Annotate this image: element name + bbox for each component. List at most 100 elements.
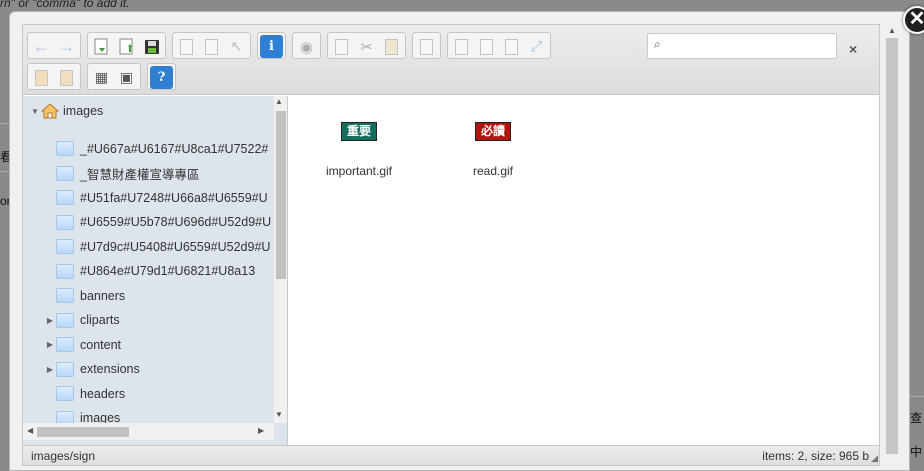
statusbar: images/sign items: 2, size: 965 b ◢ — [23, 445, 879, 465]
eye-icon: ◉ — [299, 38, 314, 56]
file-buttonset — [87, 32, 166, 59]
paste-button[interactable] — [380, 35, 403, 58]
rename-button[interactable] — [475, 35, 498, 58]
back-button[interactable]: ← — [30, 35, 53, 58]
edit-buttonset: ✂ — [327, 32, 406, 59]
resize-icon: ⤢ — [530, 38, 543, 55]
background-right-char: 查 — [910, 411, 923, 425]
close-icon[interactable]: × — [849, 41, 857, 57]
scroll-up-icon[interactable]: ▲ — [275, 97, 283, 106]
dialog-close-button[interactable]: ✕ — [903, 6, 924, 34]
background-left-char: or — [0, 194, 11, 208]
toolbar-row-2: ▦ ▣ ? — [27, 63, 182, 90]
background-left-char: 看 — [0, 150, 13, 164]
folder-icon — [56, 263, 74, 279]
reload-button[interactable] — [90, 35, 113, 58]
chevron-right-icon[interactable]: ▶ — [44, 365, 56, 374]
select-button[interactable]: ↖ — [225, 35, 248, 58]
arrow-right-icon: → — [57, 36, 76, 56]
file-item-important[interactable]: 重要 important.gif — [304, 122, 414, 178]
save-button[interactable] — [140, 35, 163, 58]
open-button[interactable] — [175, 35, 198, 58]
search-box: ⌕ — [647, 33, 837, 59]
duplicate-button[interactable] — [450, 35, 473, 58]
file-area: 重要 important.gif 必讀 read.gif — [289, 96, 879, 445]
rename-icon — [480, 38, 493, 55]
tree-folder-item[interactable]: #U864e#U79d1#U6821#U8a13 — [44, 259, 255, 283]
view-button[interactable]: ▦ — [90, 66, 113, 89]
elfinder-panel: ← → ↖ i ◉ ✂ ⤢ ▦ ▣ ? ⌕ × ▼ images _#U667a… — [22, 24, 880, 466]
chevron-right-icon[interactable]: ▶ — [44, 340, 56, 349]
chevron-down-icon[interactable]: ▼ — [29, 107, 41, 116]
upload-button[interactable] — [115, 35, 138, 58]
current-path: images/sign — [31, 449, 96, 463]
scrollbar-thumb[interactable] — [37, 427, 129, 437]
info-button[interactable]: i — [260, 35, 283, 58]
scroll-down-icon[interactable]: ▼ — [275, 410, 283, 419]
tree-root[interactable]: ▼ images — [29, 99, 103, 123]
sort-icon: ▣ — [119, 69, 134, 85]
edit-button[interactable] — [500, 35, 523, 58]
file-icon — [180, 38, 193, 55]
dialog-scrollbar[interactable]: ▲ — [884, 26, 900, 466]
tree-horizontal-scrollbar[interactable]: ◀ ▶ — [23, 423, 274, 440]
tree-vertical-scrollbar[interactable]: ▲ ▼ — [274, 96, 287, 423]
extract-button[interactable] — [30, 66, 53, 89]
resize-button[interactable]: ⤢ — [525, 35, 548, 58]
tree-folder-item[interactable]: ▶ content — [44, 333, 121, 357]
archive-button[interactable] — [55, 66, 78, 89]
info-icon: i — [269, 39, 274, 54]
file-item-read[interactable]: 必讀 read.gif — [438, 122, 548, 178]
search-input[interactable] — [668, 37, 832, 55]
search-icon: ⌕ — [654, 37, 661, 51]
rm-buttonset — [412, 32, 441, 59]
folder-icon — [56, 361, 74, 377]
tree-folder-item[interactable]: _智慧財產權宣導專區 — [44, 161, 199, 185]
tree-folder-item[interactable]: ▶ cliparts — [44, 308, 120, 332]
clipboard-icon — [385, 38, 398, 55]
scroll-right-icon[interactable]: ▶ — [258, 426, 264, 435]
tree-folder-item[interactable]: #U6559#U5b78#U696d#U52d9#U — [44, 210, 271, 234]
floppy-icon — [144, 39, 159, 54]
preview-buttonset: ◉ — [292, 32, 321, 59]
folder-icon — [56, 165, 74, 181]
tree-folder-item[interactable]: headers — [44, 382, 125, 406]
toolbar-row-1: ← → ↖ i ◉ ✂ ⤢ — [27, 32, 557, 59]
scroll-left-icon[interactable]: ◀ — [27, 426, 33, 435]
help-icon: ? — [157, 70, 166, 85]
folder-icon — [56, 312, 74, 328]
copy-button[interactable] — [330, 35, 353, 58]
scrollbar-thumb[interactable] — [886, 38, 898, 454]
file-thumbnail: 必讀 — [475, 122, 511, 141]
archive-icon — [60, 69, 73, 86]
cut-button[interactable]: ✂ — [355, 35, 378, 58]
background-hint-text: rn" or "comma" to add it. — [0, 0, 130, 10]
tree-root-label: images — [63, 104, 104, 118]
delete-button[interactable] — [415, 35, 438, 58]
download-button[interactable] — [200, 35, 223, 58]
chevron-right-icon[interactable]: ▶ — [44, 316, 56, 325]
folder-icon — [56, 386, 74, 401]
file-thumbnail: 重要 — [341, 122, 377, 141]
sort-button[interactable]: ▣ — [115, 66, 138, 89]
copy-icon — [335, 38, 348, 55]
quicklook-button[interactable]: ◉ — [295, 35, 318, 58]
background-right-char: 中 — [910, 445, 923, 459]
help-buttonset: ? — [147, 63, 176, 90]
tree-folder-item[interactable]: _#U667a#U6167#U8ca1#U7522# — [44, 137, 268, 161]
tree-folder-label: extensions — [80, 362, 140, 376]
tree-folder-item[interactable]: banners — [44, 284, 125, 308]
scrollbar-thumb[interactable] — [276, 111, 286, 279]
resize-handle-icon[interactable]: ◢ — [871, 453, 878, 464]
tree-folder-item[interactable]: #U51fa#U7248#U66a8#U6559#U — [44, 186, 268, 210]
forward-button[interactable]: → — [55, 35, 78, 58]
scroll-up-icon[interactable]: ▲ — [888, 26, 896, 35]
help-button[interactable]: ? — [150, 66, 173, 89]
folder-icon — [56, 141, 74, 156]
home-icon — [41, 103, 59, 119]
tree-folder-label: _#U667a#U6167#U8ca1#U7522# — [80, 141, 269, 156]
tree-folder-label: #U51fa#U7248#U66a8#U6559#U — [80, 190, 268, 205]
nav-buttonset: ← → — [27, 32, 81, 59]
tree-folder-item[interactable]: ▶ extensions — [44, 357, 140, 381]
tree-folder-item[interactable]: #U7d9c#U5408#U6559#U52d9#U — [44, 235, 270, 259]
